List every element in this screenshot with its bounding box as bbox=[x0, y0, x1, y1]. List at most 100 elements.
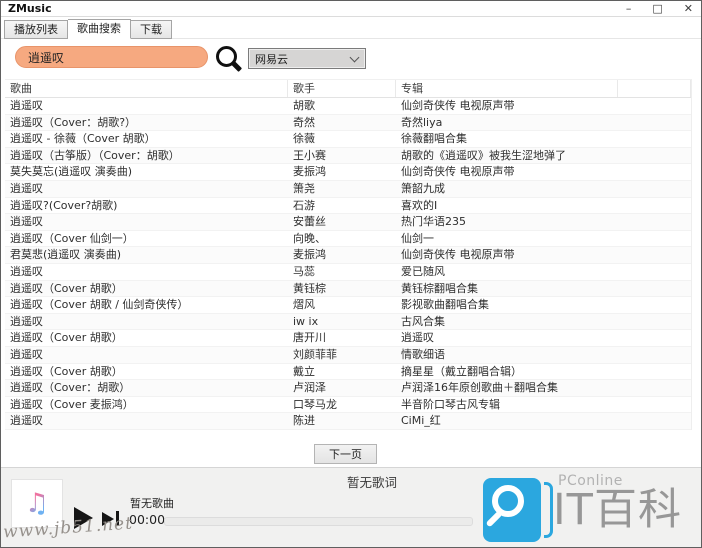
cell-extra[interactable] bbox=[618, 115, 691, 131]
cell-album[interactable]: 情歌细语 bbox=[396, 347, 618, 363]
table-row[interactable]: 逍遥叹 马蕊 爱已随风 bbox=[5, 264, 691, 281]
cell-artist[interactable]: 卢润泽 bbox=[288, 380, 396, 396]
table-row[interactable]: 逍遥叹?(Cover?胡歌) 石游 喜欢的Ⅰ bbox=[5, 198, 691, 215]
table-row[interactable]: 逍遥叹（古筝版）（Cover：胡歌） 王小赛 胡歌的《逍遥叹》被我生涩地弹了 bbox=[5, 147, 691, 165]
cell-extra[interactable] bbox=[618, 281, 691, 297]
table-row[interactable]: 逍遥叹 iw ix 古风合集 bbox=[5, 313, 691, 331]
cell-extra[interactable] bbox=[618, 397, 691, 413]
table-row[interactable]: 莫失莫忘(逍遥叹 演奏曲) 麦振鸿 仙剑奇侠传 电视原声带 bbox=[5, 164, 691, 181]
table-row[interactable]: 逍遥叹（Cover 胡歌 / 仙剑奇侠传） 熠风 影视歌曲翻唱合集 bbox=[5, 297, 691, 314]
next-page-button[interactable]: 下一页 bbox=[314, 444, 377, 464]
cell-artist[interactable]: 箫尧 bbox=[288, 181, 396, 197]
cell-song[interactable]: 逍遥叹 bbox=[5, 413, 288, 429]
table-row[interactable]: 逍遥叹（Cover 胡歌） 唐开川 逍遥叹 bbox=[5, 330, 691, 347]
cell-artist[interactable]: 陈进 bbox=[288, 413, 396, 429]
cell-artist[interactable]: 向晚、 bbox=[288, 231, 396, 247]
cell-album[interactable]: 胡歌的《逍遥叹》被我生涩地弹了 bbox=[396, 148, 618, 164]
table-row[interactable]: 逍遥叹 安蕾丝 热门华语235 bbox=[5, 214, 691, 231]
cell-album[interactable]: 箫韶九成 bbox=[396, 181, 618, 197]
cell-album[interactable]: 徐薇翻唱合集 bbox=[396, 131, 618, 147]
cell-song[interactable]: 逍遥叹 bbox=[5, 264, 288, 280]
cell-album[interactable]: 摘星星（戴立翻唱合辑） bbox=[396, 364, 618, 380]
cell-album[interactable]: 仙剑奇侠传 电视原声带 bbox=[396, 247, 618, 263]
cell-artist[interactable]: 王小赛 bbox=[288, 148, 396, 164]
table-row[interactable]: 逍遥叹（Cover 仙剑一） 向晚、 仙剑一 bbox=[5, 231, 691, 248]
cell-extra[interactable] bbox=[618, 297, 691, 313]
table-row[interactable]: 逍遥叹（Cover 胡歌） 戴立 摘星星（戴立翻唱合辑） bbox=[5, 364, 691, 381]
table-row[interactable]: 逍遥叹（Cover：胡歌?） 奇然 奇然liya bbox=[5, 114, 691, 132]
tab-song-search[interactable]: 歌曲搜索 bbox=[68, 19, 131, 39]
header-album[interactable]: 专辑 bbox=[396, 80, 618, 97]
cell-song[interactable]: 逍遥叹（Cover：胡歌） bbox=[5, 380, 288, 396]
cell-artist[interactable]: 戴立 bbox=[288, 364, 396, 380]
progress-bar[interactable] bbox=[164, 517, 473, 526]
minimize-icon[interactable]: – bbox=[626, 2, 632, 15]
table-row[interactable]: 逍遥叹（Cover 麦振鸿） 口琴马龙 半音阶口琴古风专辑 bbox=[5, 397, 691, 414]
cell-extra[interactable] bbox=[618, 214, 691, 230]
cell-song[interactable]: 莫失莫忘(逍遥叹 演奏曲) bbox=[5, 164, 288, 180]
cell-artist[interactable]: 奇然 bbox=[288, 115, 396, 131]
cell-album[interactable]: 黄钰棕翻唱合集 bbox=[396, 281, 618, 297]
table-row[interactable]: 逍遥叹 陈进 CiMi_红 bbox=[5, 413, 691, 430]
cell-song[interactable]: 逍遥叹 bbox=[5, 98, 288, 114]
header-song[interactable]: 歌曲 bbox=[5, 80, 288, 97]
cell-album[interactable]: 喜欢的Ⅰ bbox=[396, 198, 618, 214]
table-row[interactable]: 逍遥叹（Cover 胡歌） 黄钰棕 黄钰棕翻唱合集 bbox=[5, 280, 691, 298]
cell-extra[interactable] bbox=[618, 181, 691, 197]
close-icon[interactable]: ✕ bbox=[684, 2, 693, 15]
cell-album[interactable]: 仙剑奇侠传 电视原声带 bbox=[396, 98, 618, 114]
cell-extra[interactable] bbox=[618, 148, 691, 164]
cell-artist[interactable]: 口琴马龙 bbox=[288, 397, 396, 413]
cell-album[interactable]: 古风合集 bbox=[396, 314, 618, 330]
cell-song[interactable]: 逍遥叹（古筝版）（Cover：胡歌） bbox=[5, 148, 288, 164]
cell-album[interactable]: 影视歌曲翻唱合集 bbox=[396, 297, 618, 313]
search-input[interactable] bbox=[16, 50, 198, 64]
cell-artist[interactable]: 黄钰棕 bbox=[288, 281, 396, 297]
cell-song[interactable]: 逍遥叹 - 徐薇（Cover 胡歌） bbox=[5, 131, 288, 147]
cell-album[interactable]: CiMi_红 bbox=[396, 413, 618, 429]
cell-artist[interactable]: iw ix bbox=[288, 314, 396, 330]
cell-song[interactable]: 君莫悲(逍遥叹 演奏曲) bbox=[5, 247, 288, 263]
cell-artist[interactable]: 唐开川 bbox=[288, 330, 396, 346]
cell-song[interactable]: 逍遥叹 bbox=[5, 347, 288, 363]
tab-download[interactable]: 下载 bbox=[131, 20, 172, 39]
cell-song[interactable]: 逍遥叹（Cover 麦振鸿） bbox=[5, 397, 288, 413]
table-row[interactable]: 逍遥叹（Cover：胡歌） 卢润泽 卢润泽16年原创歌曲＋翻唱合集 bbox=[5, 380, 691, 397]
table-row[interactable]: 君莫悲(逍遥叹 演奏曲) 麦振鸿 仙剑奇侠传 电视原声带 bbox=[5, 247, 691, 264]
cell-artist[interactable]: 马蕊 bbox=[288, 264, 396, 280]
table-row[interactable]: 逍遥叹 - 徐薇（Cover 胡歌） 徐薇 徐薇翻唱合集 bbox=[5, 131, 691, 148]
cell-extra[interactable] bbox=[618, 164, 691, 180]
cell-song[interactable]: 逍遥叹（Cover 胡歌） bbox=[5, 364, 288, 380]
cell-song[interactable]: 逍遥叹 bbox=[5, 314, 288, 330]
cell-song[interactable]: 逍遥叹 bbox=[5, 214, 288, 230]
cell-song[interactable]: 逍遥叹?(Cover?胡歌) bbox=[5, 198, 288, 214]
cell-extra[interactable] bbox=[618, 413, 691, 429]
cell-extra[interactable] bbox=[618, 231, 691, 247]
cell-song[interactable]: 逍遥叹（Cover 胡歌） bbox=[5, 330, 288, 346]
cell-extra[interactable] bbox=[618, 330, 691, 346]
search-icon[interactable] bbox=[214, 44, 244, 74]
cell-song[interactable]: 逍遥叹（Cover 胡歌） bbox=[5, 281, 288, 297]
table-row[interactable]: 逍遥叹 刘颜菲菲 情歌细语 bbox=[5, 346, 691, 364]
tab-playlist[interactable]: 播放列表 bbox=[4, 20, 68, 39]
cell-album[interactable]: 仙剑一 bbox=[396, 231, 618, 247]
cell-extra[interactable] bbox=[618, 198, 691, 214]
cell-artist[interactable]: 安蕾丝 bbox=[288, 214, 396, 230]
cell-extra[interactable] bbox=[618, 347, 691, 363]
cell-artist[interactable]: 刘颜菲菲 bbox=[288, 347, 396, 363]
cell-artist[interactable]: 麦振鸿 bbox=[288, 164, 396, 180]
cell-extra[interactable] bbox=[618, 247, 691, 263]
cell-album[interactable]: 半音阶口琴古风专辑 bbox=[396, 397, 618, 413]
cell-song[interactable]: 逍遥叹（Cover 仙剑一） bbox=[5, 231, 288, 247]
cell-song[interactable]: 逍遥叹（Cover 胡歌 / 仙剑奇侠传） bbox=[5, 297, 288, 313]
source-select[interactable]: 网易云 bbox=[248, 48, 366, 69]
cell-album[interactable]: 逍遥叹 bbox=[396, 330, 618, 346]
cell-song[interactable]: 逍遥叹 bbox=[5, 181, 288, 197]
cell-artist[interactable]: 石游 bbox=[288, 198, 396, 214]
cell-extra[interactable] bbox=[618, 364, 691, 380]
table-row[interactable]: 逍遥叹 箫尧 箫韶九成 bbox=[5, 180, 691, 198]
cell-artist[interactable]: 麦振鸿 bbox=[288, 247, 396, 263]
table-row[interactable]: 逍遥叹 胡歌 仙剑奇侠传 电视原声带 bbox=[5, 98, 691, 115]
cell-artist[interactable]: 熠风 bbox=[288, 297, 396, 313]
maximize-icon[interactable]: □ bbox=[652, 2, 662, 15]
